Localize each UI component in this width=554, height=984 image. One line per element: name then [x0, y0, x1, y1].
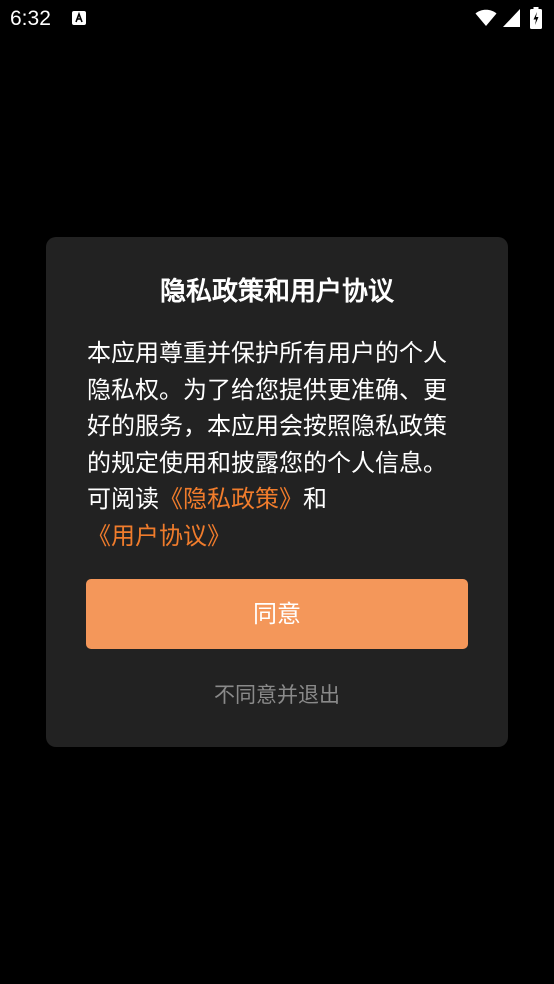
wifi-icon [475, 9, 497, 26]
body-conjunction: 和 [303, 485, 327, 513]
agree-button[interactable]: 同意 [86, 579, 468, 649]
disagree-exit-button[interactable]: 不同意并退出 [86, 674, 468, 716]
dialog-title: 隐私政策和用户协议 [159, 277, 394, 307]
privacy-policy-link[interactable]: 《隐私政策》 [159, 485, 303, 513]
status-bar: 6:32 [0, 0, 554, 38]
dialog-body: 本应用尊重并保护所有用户的个人隐私权。为了给您提供更准确、更好的服务，本应用会按… [87, 335, 467, 554]
status-time: 6:32 [10, 7, 51, 30]
accessibility-a-icon [72, 11, 86, 25]
user-agreement-link[interactable]: 《用户协议》 [87, 522, 231, 550]
battery-charging-icon [530, 7, 542, 29]
cell-signal-icon [503, 9, 520, 27]
